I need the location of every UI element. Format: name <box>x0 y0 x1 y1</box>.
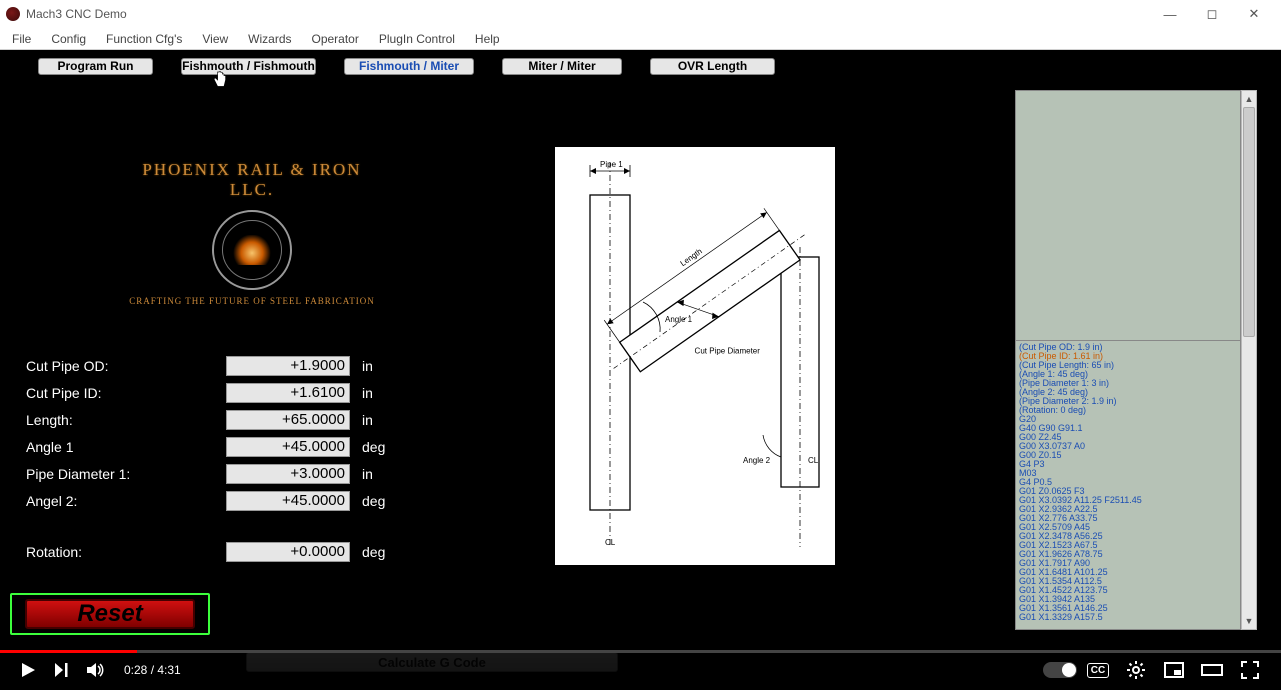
input-length[interactable]: +65.0000 <box>226 410 350 430</box>
miniplayer-button[interactable] <box>1157 656 1191 684</box>
theater-button[interactable] <box>1195 656 1229 684</box>
diagram-label-cl2: CL <box>808 456 819 465</box>
settings-button[interactable] <box>1119 656 1153 684</box>
label-length: Length: <box>26 412 226 428</box>
tab-fishmouth-fishmouth[interactable]: Fishmouth / Fishmouth <box>181 58 316 75</box>
logo-emblem-icon <box>212 210 292 290</box>
gcode-line: G4 P3 <box>1019 460 1237 469</box>
pipe-diagram: Pipe 1 Length Cut Pipe Diameter Ang <box>555 147 835 565</box>
right-panel: (Cut Pipe OD: 1.9 in)(Cut Pipe ID: 1.61 … <box>1015 90 1257 630</box>
scroll-down-icon[interactable]: ▼ <box>1242 613 1256 629</box>
input-angle2[interactable]: +45.0000 <box>226 491 350 511</box>
close-button[interactable]: ✕ <box>1233 1 1275 27</box>
play-button[interactable] <box>14 656 42 684</box>
reset-frame: Reset <box>10 593 210 635</box>
next-button[interactable] <box>48 656 76 684</box>
input-cut-pipe-id[interactable]: +1.6100 <box>226 383 350 403</box>
label-rotation: Rotation: <box>26 544 226 560</box>
menu-operator[interactable]: Operator <box>304 30 367 48</box>
maximize-button[interactable]: ◻ <box>1191 1 1233 27</box>
tab-ovr-length[interactable]: OVR Length <box>650 58 775 75</box>
label-pipe-dia1: Pipe Diameter 1: <box>26 466 226 482</box>
logo-title: PHOENIX RAIL & IRON LLC. <box>122 160 382 200</box>
gcode-line: G00 Z0.15 <box>1019 451 1237 460</box>
minimize-button[interactable]: — <box>1149 1 1191 27</box>
input-pipe-dia1[interactable]: +3.0000 <box>226 464 350 484</box>
volume-button[interactable] <box>82 656 110 684</box>
diagram-label-pipe1: Pipe 1 <box>600 160 623 169</box>
diagram-label-angle1: Angle 1 <box>665 315 693 324</box>
cc-button[interactable]: CC <box>1081 656 1115 684</box>
menu-config[interactable]: Config <box>43 30 94 48</box>
tab-program-run[interactable]: Program Run <box>38 58 153 75</box>
scroll-thumb[interactable] <box>1243 107 1255 337</box>
input-rotation[interactable]: +0.0000 <box>226 542 350 562</box>
menu-file[interactable]: File <box>4 30 39 48</box>
time-display: 0:28 / 4:31 <box>124 663 181 677</box>
parameters-panel: Cut Pipe OD: +1.9000 in Cut Pipe ID: +1.… <box>26 352 396 565</box>
unit-pipe-dia1: in <box>362 466 373 482</box>
input-angle1[interactable]: +45.0000 <box>226 437 350 457</box>
unit-rotation: deg <box>362 544 385 560</box>
toolpath-preview <box>1016 91 1240 341</box>
scrollbar[interactable]: ▲ ▼ <box>1241 90 1257 630</box>
gcode-line: G01 X1.3329 A157.5 <box>1019 613 1237 622</box>
unit-cut-pipe-od: in <box>362 358 373 374</box>
logo-subtitle: CRAFTING THE FUTURE OF STEEL FABRICATION <box>122 296 382 306</box>
menu-function-cfgs[interactable]: Function Cfg's <box>98 30 190 48</box>
window-title: Mach3 CNC Demo <box>26 7 127 21</box>
menu-bar: File Config Function Cfg's View Wizards … <box>0 28 1281 50</box>
app-icon <box>6 7 20 21</box>
input-cut-pipe-od[interactable]: +1.9000 <box>226 356 350 376</box>
gcode-listing: (Cut Pipe OD: 1.9 in)(Cut Pipe ID: 1.61 … <box>1016 341 1240 629</box>
logo: PHOENIX RAIL & IRON LLC. CRAFTING THE FU… <box>122 160 382 306</box>
window-titlebar: Mach3 CNC Demo — ◻ ✕ <box>0 0 1281 28</box>
menu-plugin-control[interactable]: PlugIn Control <box>371 30 463 48</box>
diagram-label-angle2: Angle 2 <box>743 456 771 465</box>
fullscreen-button[interactable] <box>1233 656 1267 684</box>
unit-length: in <box>362 412 373 428</box>
tab-miter-miter[interactable]: Miter / Miter <box>502 58 622 75</box>
label-angle1: Angle 1 <box>26 439 226 455</box>
label-cut-pipe-id: Cut Pipe ID: <box>26 385 226 401</box>
progress-bar[interactable] <box>0 650 1281 653</box>
diagram-label-length: Length <box>679 247 704 268</box>
label-cut-pipe-od: Cut Pipe OD: <box>26 358 226 374</box>
autoplay-toggle[interactable] <box>1043 656 1077 684</box>
reset-button[interactable]: Reset <box>25 599 195 629</box>
label-angle2: Angel 2: <box>26 493 226 509</box>
menu-help[interactable]: Help <box>467 30 508 48</box>
menu-wizards[interactable]: Wizards <box>240 30 299 48</box>
diagram-label-cpd: Cut Pipe Diameter <box>695 346 761 355</box>
gcode-line: (Rotation: 0 deg) <box>1019 406 1237 415</box>
tabs: Program Run Fishmouth / Fishmouth Fishmo… <box>0 57 1281 75</box>
unit-angle2: deg <box>362 493 385 509</box>
unit-cut-pipe-id: in <box>362 385 373 401</box>
unit-angle1: deg <box>362 439 385 455</box>
tab-fishmouth-miter[interactable]: Fishmouth / Miter <box>344 58 474 75</box>
video-player-bar: 0:28 / 4:31 CC <box>0 650 1281 690</box>
app-body: Program Run Fishmouth / Fishmouth Fishmo… <box>0 50 1281 650</box>
diagram-label-cl1: CL <box>605 538 616 547</box>
menu-view[interactable]: View <box>194 30 236 48</box>
scroll-up-icon[interactable]: ▲ <box>1242 91 1256 107</box>
